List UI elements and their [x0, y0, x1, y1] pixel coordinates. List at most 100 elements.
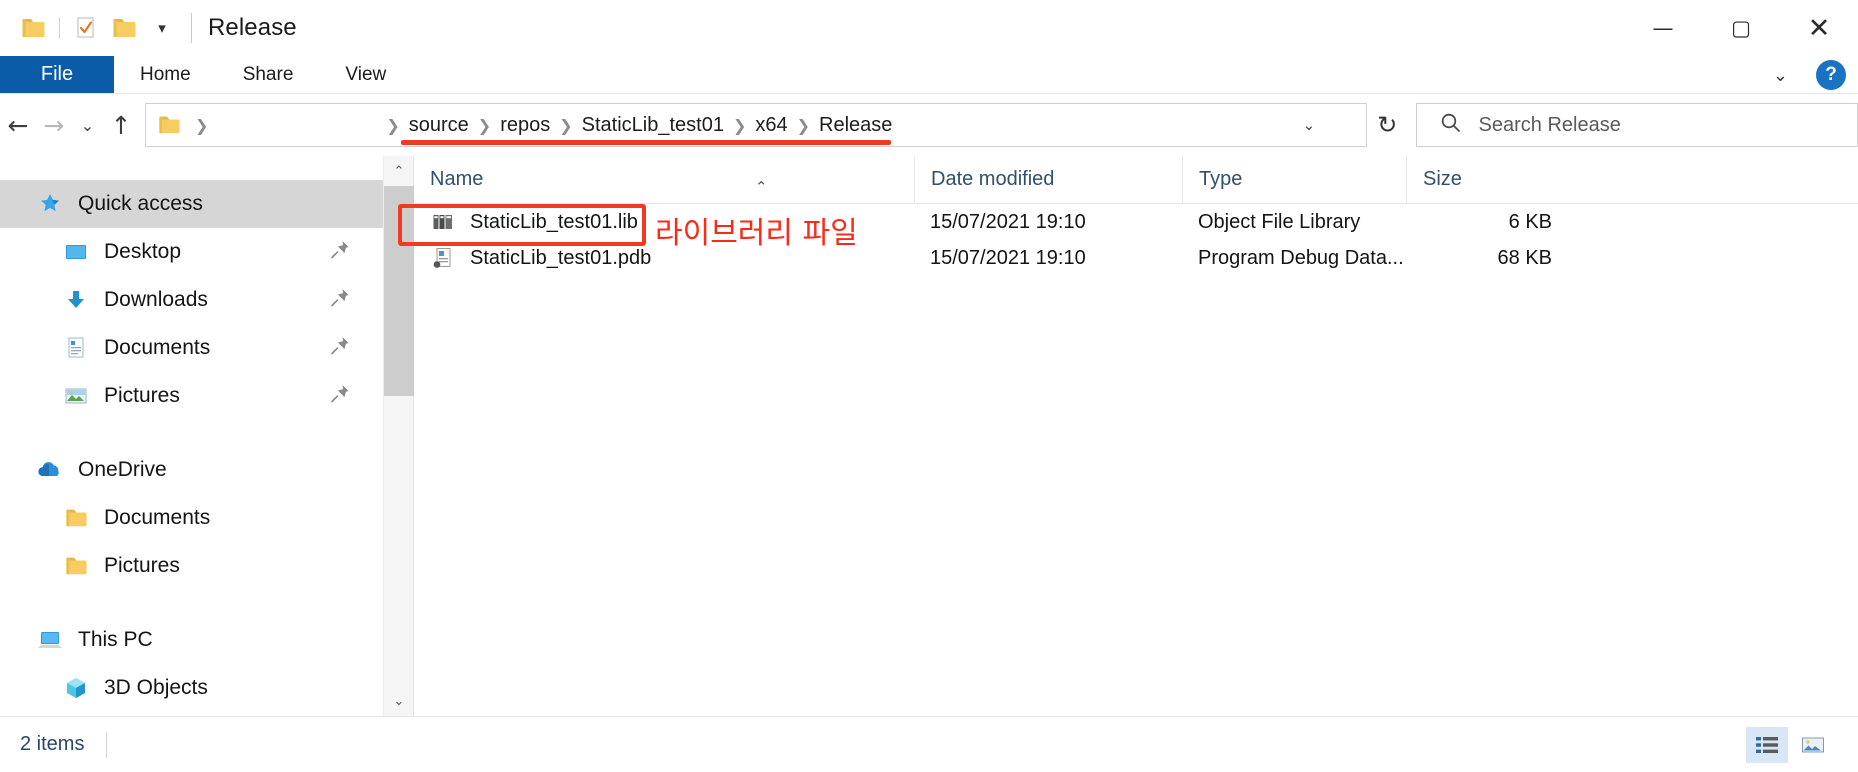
column-headers: Name Date modified Type Size: [414, 155, 1858, 204]
close-button[interactable]: ✕: [1780, 0, 1858, 56]
sidebar-item-onedrive-documents[interactable]: Documents: [0, 494, 413, 542]
navigation-pane-scrollbar[interactable]: ⌃ ⌄: [383, 156, 414, 716]
sidebar-group-spacer: [0, 590, 413, 616]
breadcrumb-separator-5[interactable]: ❯: [788, 116, 819, 135]
column-header-size-label: Size: [1423, 168, 1462, 190]
pin-icon[interactable]: [329, 239, 351, 266]
breadcrumb-item-x64[interactable]: x64: [755, 114, 787, 137]
tab-file[interactable]: File: [0, 56, 114, 93]
tab-share[interactable]: Share: [217, 56, 320, 93]
address-bar: ← → ⌄ ↑ ❯ ❯ source ❯ repos ❯ StaticLib_t…: [0, 94, 1858, 156]
customize-quick-access-button[interactable]: ▾: [143, 9, 181, 47]
scroll-down-button[interactable]: ⌄: [384, 686, 414, 716]
back-button[interactable]: ←: [0, 102, 36, 148]
maximize-icon: ▢: [1731, 15, 1751, 40]
sidebar-item-downloads[interactable]: Downloads: [0, 276, 413, 324]
breadcrumb-separator-2[interactable]: ❯: [469, 116, 500, 135]
column-header-name[interactable]: Name: [414, 156, 914, 204]
expand-ribbon-button[interactable]: ⌄: [1761, 61, 1800, 90]
file-name-cell[interactable]: StaticLib_test01.pdb: [414, 245, 914, 271]
details-view-button[interactable]: [1746, 726, 1788, 763]
sidebar-item-label: Pictures: [104, 554, 180, 577]
help-button[interactable]: ?: [1816, 60, 1846, 90]
forward-button[interactable]: →: [36, 102, 72, 148]
chevron-down-icon: ▾: [158, 19, 166, 37]
up-button[interactable]: ↑: [103, 102, 139, 148]
computer-icon: [36, 626, 64, 654]
recent-locations-button[interactable]: ⌄: [72, 102, 103, 148]
column-header-size[interactable]: Size: [1406, 155, 1586, 204]
breadcrumb-separator-4[interactable]: ❯: [724, 116, 755, 135]
sidebar-item-pictures[interactable]: Pictures: [0, 372, 413, 420]
table-row[interactable]: StaticLib_test01.pdb 15/07/2021 19:10 Pr…: [414, 240, 1858, 276]
quick-access-toolbar: ▾ Release: [0, 9, 297, 47]
folder-icon[interactable]: [14, 9, 52, 47]
sidebar-item-label: This PC: [78, 628, 153, 651]
sidebar-item-onedrive[interactable]: OneDrive: [0, 446, 413, 494]
pin-star-icon: [36, 190, 64, 218]
table-row[interactable]: StaticLib_test01.lib 15/07/2021 19:10 Ob…: [414, 204, 1858, 240]
sidebar-item-label: Quick access: [78, 192, 203, 215]
breadcrumb-dropdown-button[interactable]: ⌄: [1292, 104, 1326, 146]
title-bar: ▾ Release — ▢ ✕: [0, 0, 1858, 56]
scrollbar-thumb[interactable]: [384, 186, 414, 396]
sidebar-item-onedrive-pictures[interactable]: Pictures: [0, 542, 413, 590]
breadcrumb-item-repos[interactable]: repos: [500, 114, 550, 137]
sidebar-item-label: Documents: [104, 506, 211, 529]
column-header-type[interactable]: Type: [1182, 155, 1406, 204]
breadcrumb-item-staticlib-test01[interactable]: StaticLib_test01: [582, 114, 724, 137]
column-header-date-modified[interactable]: Date modified: [914, 155, 1182, 204]
sidebar-item-label: Desktop: [104, 240, 182, 263]
properties-icon[interactable]: [67, 9, 105, 47]
pictures-icon: [62, 382, 90, 410]
new-folder-icon[interactable]: [105, 9, 143, 47]
folder-icon[interactable]: [156, 113, 182, 137]
status-bar: 2 items: [0, 716, 1858, 772]
sidebar-item-3d-objects[interactable]: 3D Objects: [0, 664, 413, 712]
pin-icon[interactable]: [329, 335, 351, 362]
navigation-pane: Quick access Desktop Downloads Documents…: [0, 156, 414, 716]
sidebar-item-this-pc[interactable]: This PC: [0, 616, 413, 664]
details-view-icon: [1756, 736, 1778, 753]
pin-icon[interactable]: [329, 383, 351, 410]
file-date-cell: 15/07/2021 19:10: [930, 246, 1086, 269]
sidebar-item-desktop[interactable]: Desktop: [0, 228, 413, 276]
sidebar-item-quick-access[interactable]: Quick access: [0, 180, 413, 228]
tab-view[interactable]: View: [319, 56, 412, 93]
file-name-cell[interactable]: StaticLib_test01.lib: [414, 209, 914, 235]
breadcrumb-item-release[interactable]: Release: [819, 114, 892, 137]
scroll-up-button[interactable]: ⌃: [384, 156, 414, 186]
breadcrumb-separator-0[interactable]: ❯: [186, 116, 217, 135]
breadcrumb-separator-3[interactable]: ❯: [550, 116, 581, 135]
sidebar-item-label: Downloads: [104, 288, 208, 311]
large-icons-view-button[interactable]: [1792, 727, 1834, 763]
search-input[interactable]: Search Release: [1415, 103, 1858, 147]
tab-view-label: View: [345, 63, 387, 85]
file-type-cell: Program Debug Data...: [1198, 246, 1404, 269]
minimize-icon: —: [1652, 15, 1674, 40]
file-explorer-window: ▾ Release — ▢ ✕ File Home Share View ⌄ ?…: [0, 0, 1858, 772]
breadcrumb[interactable]: ❯ ❯ source ❯ repos ❯ StaticLib_test01 ❯ …: [144, 103, 1367, 147]
pin-icon[interactable]: [329, 287, 351, 314]
forward-arrow-icon: →: [43, 110, 65, 140]
caption-buttons: — ▢ ✕: [1624, 0, 1858, 56]
sidebar-item-documents[interactable]: Documents: [0, 324, 413, 372]
sidebar-item-label: OneDrive: [78, 458, 167, 481]
refresh-button[interactable]: ↻: [1367, 103, 1408, 147]
tab-home[interactable]: Home: [114, 56, 217, 93]
tab-share-label: Share: [242, 63, 294, 85]
view-mode-buttons: [1746, 726, 1834, 763]
breadcrumb-separator-1[interactable]: ❯: [377, 116, 408, 135]
download-icon: [62, 286, 90, 314]
sidebar-item-label: Documents: [104, 336, 211, 359]
back-arrow-icon: ←: [7, 110, 29, 140]
sidebar-item-label: Pictures: [104, 384, 180, 407]
breadcrumb-item-source[interactable]: source: [409, 114, 469, 137]
ribbon-tab-bar: File Home Share View ⌄ ?: [0, 56, 1858, 94]
minimize-button[interactable]: —: [1624, 0, 1702, 56]
desktop-icon: [62, 238, 90, 266]
maximize-button[interactable]: ▢: [1702, 0, 1780, 56]
file-rows: StaticLib_test01.lib 15/07/2021 19:10 Ob…: [414, 204, 1858, 276]
cube-icon: [62, 674, 90, 702]
column-header-name-label: Name: [430, 168, 484, 190]
